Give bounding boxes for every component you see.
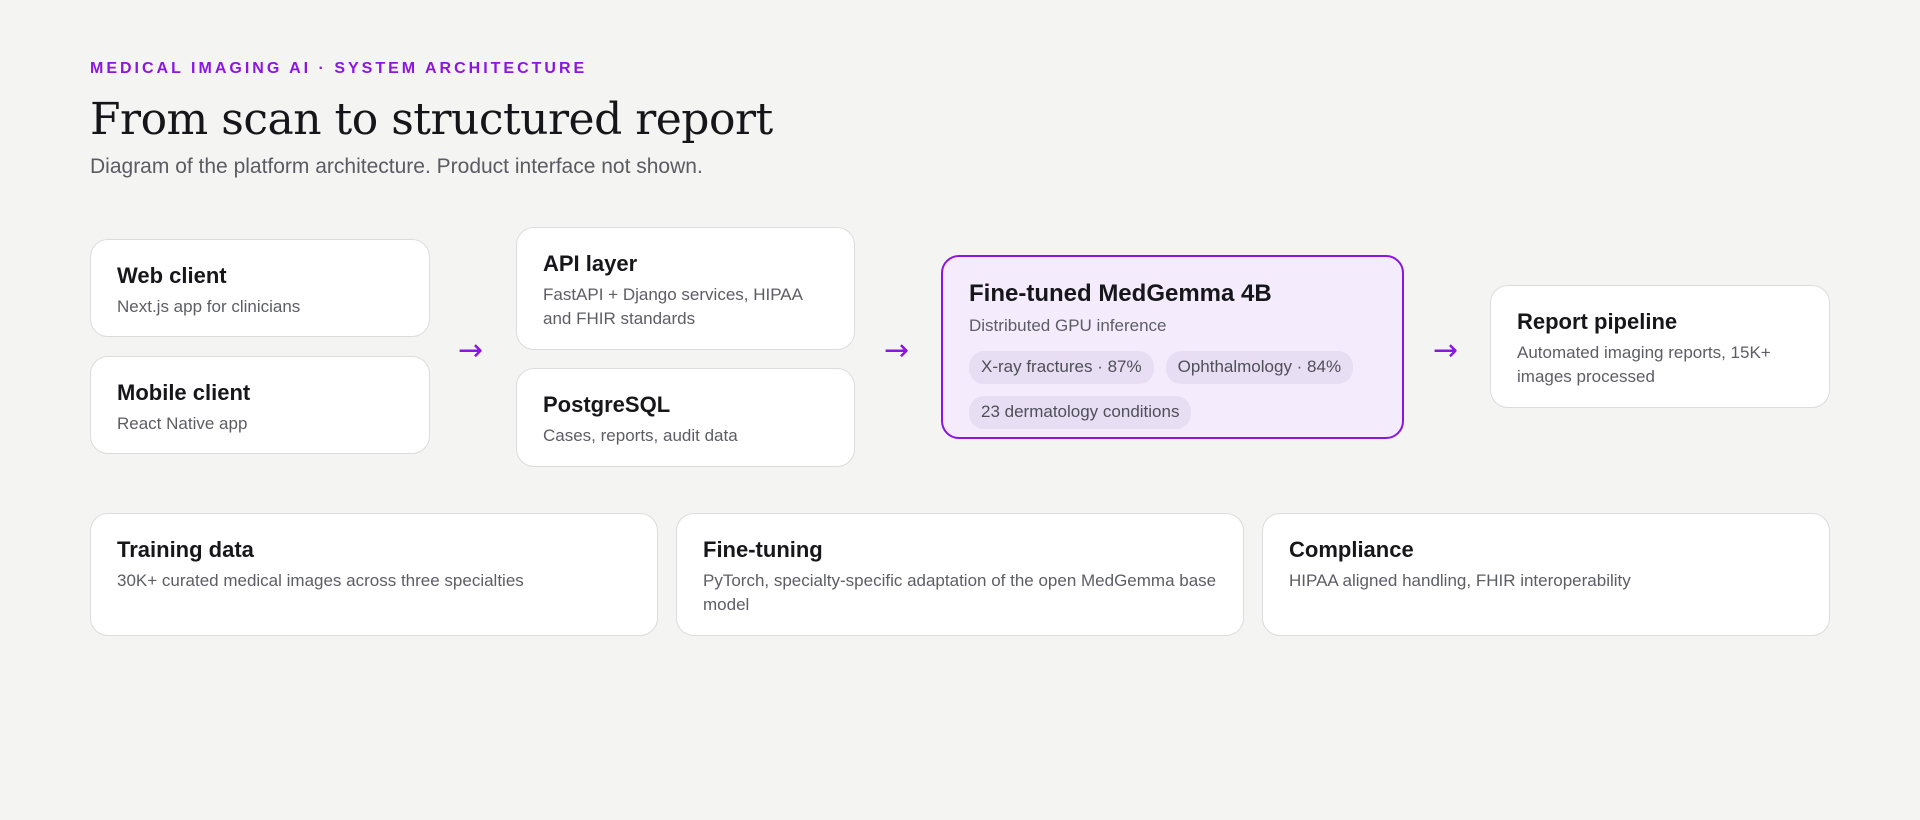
flow-arrow-icon: → bbox=[884, 333, 910, 368]
api-layer-card: API layer FastAPI + Django services, HIP… bbox=[516, 227, 855, 350]
card-title: API layer bbox=[543, 251, 638, 276]
card-title: Fine-tuned MedGemma 4B bbox=[969, 280, 1272, 307]
page-title: From scan to structured report bbox=[90, 94, 773, 145]
postgresql-card: PostgreSQL Cases, reports, audit data bbox=[516, 368, 855, 467]
card-description: Automated imaging reports, 15K+ images p… bbox=[1517, 342, 1771, 387]
fine-tuning-card: Fine-tuning PyTorch, specialty-specific … bbox=[676, 513, 1244, 636]
card-title: Training data bbox=[117, 537, 254, 562]
report-pipeline-card: Report pipeline Automated imaging report… bbox=[1490, 285, 1830, 408]
card-title: Report pipeline bbox=[1517, 309, 1678, 334]
training-data-card: Training data 30K+ curated medical image… bbox=[90, 513, 658, 636]
card-title: Compliance bbox=[1289, 537, 1414, 562]
card-description: 30K+ curated medical images across three… bbox=[117, 570, 524, 590]
web-client-card: Web client Next.js app for clinicians bbox=[90, 239, 430, 337]
card-title: Web client bbox=[117, 263, 227, 288]
eyebrow-label: MEDICAL IMAGING AI · SYSTEM ARCHITECTURE bbox=[90, 60, 588, 77]
card-description: HIPAA aligned handling, FHIR interoperab… bbox=[1289, 570, 1631, 590]
flow-arrow-icon: → bbox=[1433, 333, 1459, 368]
card-description: Next.js app for clinicians bbox=[117, 296, 301, 316]
mobile-client-card: Mobile client React Native app bbox=[90, 356, 430, 454]
architecture-diagram: MEDICAL IMAGING AI · SYSTEM ARCHITECTURE… bbox=[0, 0, 1920, 820]
card-title: Mobile client bbox=[117, 380, 251, 405]
card-description: PyTorch, specialty-specific adaptation o… bbox=[703, 570, 1217, 615]
metric-chip: Ophthalmology · 84% bbox=[1165, 350, 1354, 384]
metric-chip: 23 dermatology conditions bbox=[969, 395, 1192, 429]
card-title: PostgreSQL bbox=[543, 392, 671, 417]
card-description: React Native app bbox=[117, 413, 248, 433]
compliance-card: Compliance HIPAA aligned handling, FHIR … bbox=[1262, 513, 1830, 636]
card-title: Fine-tuning bbox=[703, 537, 823, 562]
card-description: Distributed GPU inference bbox=[969, 316, 1167, 335]
metric-chip: X-ray fractures · 87% bbox=[969, 350, 1154, 384]
model-card: Fine-tuned MedGemma 4B Distributed GPU i… bbox=[941, 255, 1404, 439]
page-subtitle: Diagram of the platform architecture. Pr… bbox=[90, 155, 703, 178]
metric-chips: X-ray fractures · 87% Ophthalmology · 84… bbox=[969, 350, 1376, 429]
card-description: FastAPI + Django services, HIPAA and FHI… bbox=[543, 284, 803, 329]
card-description: Cases, reports, audit data bbox=[543, 425, 738, 445]
flow-arrow-icon: → bbox=[458, 333, 484, 368]
